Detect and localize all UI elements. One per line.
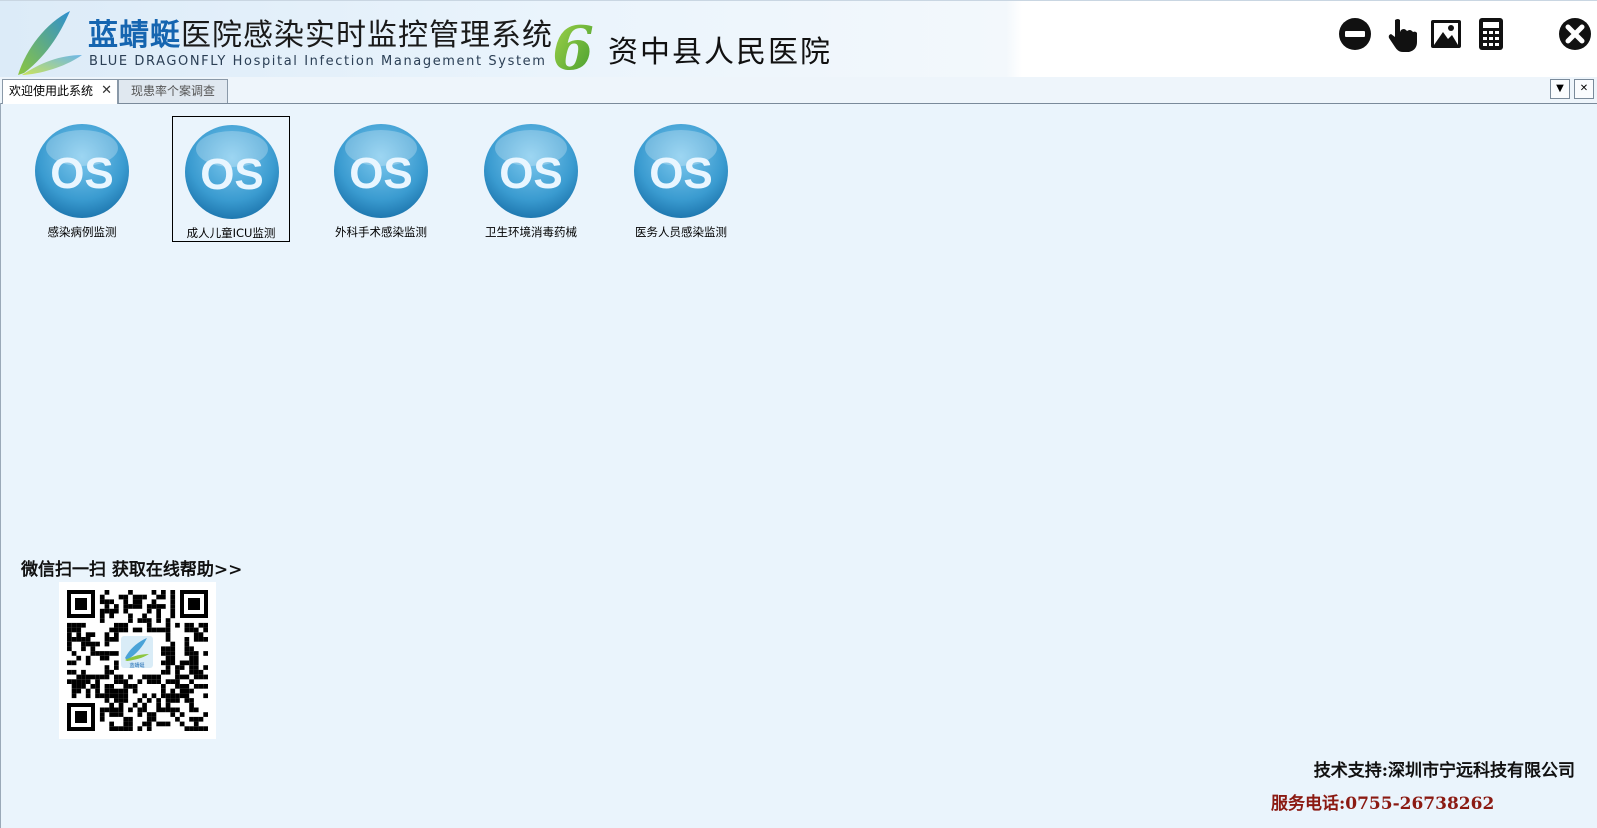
module-label: 成人儿童ICU监测	[186, 226, 276, 240]
qr-center-label: 蓝蜻蜓	[129, 662, 144, 669]
tab-close-icon[interactable]: ✕	[101, 80, 112, 102]
os-orb-icon: OS	[35, 124, 129, 218]
svg-text:OS: OS	[200, 150, 264, 199]
os-orb-icon: OS	[634, 124, 728, 218]
module-staff-infection-monitoring[interactable]: OS 医务人员感染监测	[622, 116, 740, 242]
tab-welcome-label: 欢迎使用此系统	[9, 84, 94, 98]
svg-text:OS: OS	[499, 149, 563, 198]
tab-list-dropdown-icon[interactable]: ▼	[1550, 79, 1570, 99]
module-infection-case-monitoring[interactable]: OS 感染病例监测	[23, 116, 141, 242]
module-label: 外科手术感染监测	[335, 225, 427, 239]
module-label: 医务人员感染监测	[635, 225, 727, 239]
module-environment-disinfection[interactable]: OS 卫生环境消毒药械	[472, 116, 590, 242]
app-header: 蓝蜻蜓医院感染实时监控管理系统 BLUE DRAGONFLY Hospital …	[0, 0, 1597, 77]
module-label: 感染病例监测	[47, 225, 117, 239]
module-icu-monitoring[interactable]: OS 成人儿童ICU监测	[172, 116, 290, 242]
wechat-qr-code: 蓝蜻蜓	[59, 582, 216, 739]
hand-pointer-icon[interactable]	[1383, 16, 1419, 52]
svg-text:OS: OS	[349, 149, 413, 198]
wechat-help-text: 微信扫一扫 获取在线帮助>>	[21, 560, 243, 580]
tab-prevalence-survey-label: 现患率个案调查	[130, 84, 215, 98]
module-surgical-infection-monitoring[interactable]: OS 外科手术感染监测	[322, 116, 440, 242]
dragonfly-logo-icon	[18, 11, 82, 75]
close-circle-icon[interactable]	[1557, 16, 1593, 52]
tab-strip: 欢迎使用此系统 ✕ 现患率个案调查 ▼ ✕	[0, 77, 1597, 104]
tab-welcome[interactable]: 欢迎使用此系统 ✕	[2, 79, 118, 104]
brand-subtitle: BLUE DRAGONFLY Hospital Infection Manage…	[89, 54, 547, 69]
picture-icon[interactable]	[1428, 16, 1464, 52]
tab-close-all-icon[interactable]: ✕	[1574, 79, 1594, 99]
tab-prevalence-survey[interactable]: 现患率个案调查	[118, 79, 228, 103]
os-orb-icon: OS	[484, 124, 578, 218]
brand-name: 蓝蜻蜓	[88, 18, 181, 53]
window-left-border	[0, 103, 1, 828]
minimize-icon[interactable]	[1337, 16, 1373, 52]
os-orb-icon: OS	[334, 124, 428, 218]
brand-system-name: 医院感染实时监控管理系统	[181, 18, 553, 53]
module-label: 卫生环境消毒药械	[485, 225, 577, 239]
brand-title: 蓝蜻蜓医院感染实时监控管理系统	[88, 17, 553, 55]
calculator-icon[interactable]	[1473, 16, 1509, 52]
version-number: 6	[552, 15, 594, 75]
hospital-name: 资中县人民医院	[608, 35, 832, 70]
os-orb-icon: OS	[185, 125, 279, 219]
version-badge: 6	[552, 15, 594, 75]
technical-support: 技术支持:深圳市宁远科技有限公司	[1313, 761, 1575, 781]
service-phone: 服务电话:0755-26738262	[1271, 794, 1495, 814]
svg-text:OS: OS	[50, 149, 114, 198]
svg-text:OS: OS	[649, 149, 713, 198]
